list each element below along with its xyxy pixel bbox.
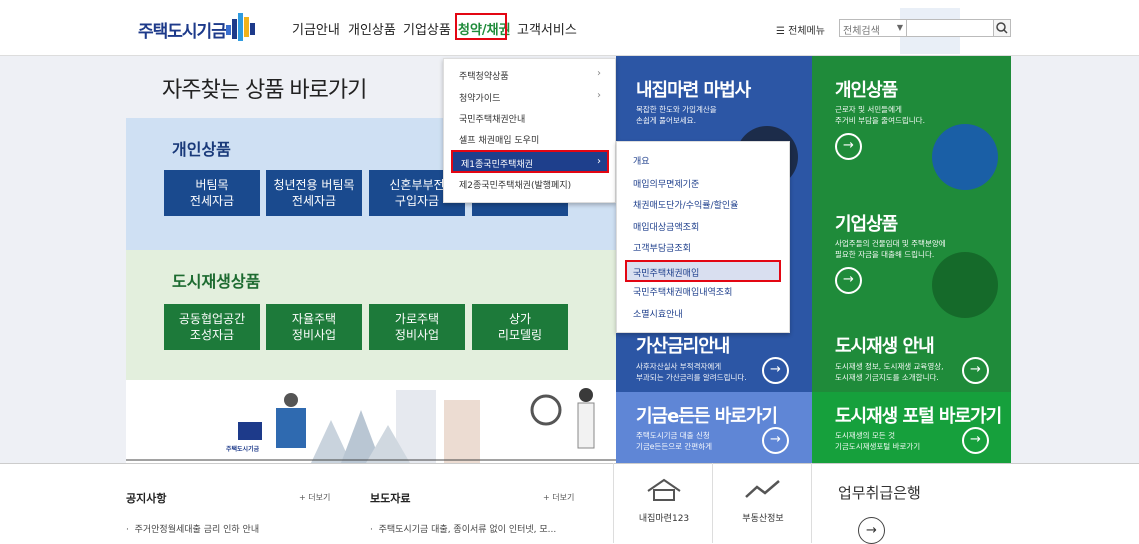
notice-item[interactable]: · 주거안정월세대출 금리 인하 안내 [126,522,259,535]
chevron-right-icon: › [597,68,601,79]
counter-banks-title: 업무취급은행 [838,484,921,502]
search-button[interactable] [993,19,1011,37]
chevron-right-icon: › [597,156,601,167]
quick-link-realestate[interactable]: 부동산정보 [712,463,812,543]
quick-btn-coworking[interactable]: 공동협업공간 조성자금 [164,304,260,350]
tile-interest-rate[interactable]: 가산금리안내 사후자산실사 부적격자에게 부과되는 가산금리를 알려드립니다. … [616,326,812,392]
menu-item-type1-bond[interactable]: 제1종국민주택채권 › [451,150,609,173]
chevron-right-icon: › [597,90,601,101]
trend-chart-icon [745,480,780,498]
nav-item-personal[interactable]: 개인상품 [348,19,396,38]
subscription-dropdown: 주택청약상품 › 청약가이드 › 국민주택채권안내 셀프 채권매입 도우미 제1… [443,58,616,203]
notice-title: 공지사항 [126,492,167,505]
nav-item-customer[interactable]: 고객서비스 [517,19,577,38]
menu-item-bond-info[interactable]: 국민주택채권안내 [459,112,525,125]
arrow-right-icon: → [762,357,789,384]
notice-more-link[interactable]: + 더보기 [299,492,330,503]
quick-btn-autonomous-housing[interactable]: 자율주택 정비사업 [266,304,362,350]
nav-item-fund[interactable]: 기금안내 [292,19,340,38]
header: 주택도시기금 기금안내 개인상품 기업상품 청약/채권 고객서비스 ☰ 전체메뉴… [0,0,1139,56]
tile-business-products[interactable]: 기업상품 사업주들의 건물임대 및 주택분양에 필요한 자금을 대출해 드립니다… [812,190,1011,326]
arrow-right-icon: → [835,133,862,160]
building-icon [932,252,998,318]
urban-products-panel: 도시재생상품 공동협업공간 조성자금 자율주택 정비사업 가로주택 정비사업 상… [126,250,616,380]
type1-bond-submenu: 개요 매입의무면제기준 채권매도단가/수익률/할인율 매입대상금액조회 고객부담… [616,141,790,333]
quick-link-home123[interactable]: 내집마련123 [613,463,713,543]
quick-btn-jeonse[interactable]: 버팀목 전세자금 [164,170,260,216]
submenu-item-bond-purchase[interactable]: 국민주택채권매입 [625,260,781,282]
submenu-item-overview[interactable]: 개요 [633,154,650,167]
person-avatar-icon [932,124,998,190]
urban-products-heading: 도시재생상품 [172,272,261,291]
menu-item-self-bond-helper[interactable]: 셀프 채권매입 도우미 [459,133,539,146]
quick-btn-store-remodel[interactable]: 상가 리모델링 [472,304,568,350]
menu-icon: ☰ [776,26,789,37]
quick-btn-youth-jeonse[interactable]: 청년전용 버팀목 전세자금 [266,170,362,216]
submenu-item-purchase-history[interactable]: 국민주택채권매입내역조회 [633,285,732,298]
search-scope-select[interactable]: 전체검색 ▼ [839,19,907,37]
arrow-right-icon: → [962,427,989,454]
nav-highlight-box [455,13,507,40]
personal-products-heading: 개인상품 [172,140,231,159]
arrow-right-icon: → [835,267,862,294]
submenu-item-charge-lookup[interactable]: 고객부담금조회 [633,241,691,254]
press-more-link[interactable]: + 더보기 [543,492,574,503]
submenu-item-rates[interactable]: 채권매도단가/수익률/할인율 [633,198,738,211]
search-icon [996,22,1008,34]
chevron-down-icon: ▼ [896,23,903,32]
arrow-right-icon: → [962,357,989,384]
submenu-item-expiry[interactable]: 소멸시효안내 [633,307,683,320]
logo[interactable]: 주택도시기금 [138,17,227,42]
city-illustration [126,388,616,463]
menu-item-subscription-guide[interactable]: 청약가이드 [459,91,500,104]
all-menu-button[interactable]: ☰ 전체메뉴 [776,22,825,37]
tile-urban-regen-info[interactable]: 도시재생 안내 도시재생 정보, 도시재생 교육영상, 도시재생 기금지도를 소… [812,326,1011,392]
submenu-item-exemption[interactable]: 매입의무면제기준 [633,177,699,190]
quick-links-title: 자주찾는 상품 바로가기 [162,78,367,103]
house-icon [647,478,681,501]
illustration-banner: 주택도시기금 [126,380,616,463]
arrow-right-icon: → [762,427,789,454]
illustration-logo-icon [238,422,262,440]
arrow-right-icon[interactable]: → [858,517,885,544]
tile-urban-portal[interactable]: 도시재생 포털 바로가기 도시재생의 모든 것 기금도시재생포털 바로가기 → [812,392,1011,463]
logo-mark-icon [226,13,255,41]
tile-fund-edeundeun[interactable]: 기금e든든 바로가기 주택도시기금 대출 신청 기금e든든으로 간편하게 → [616,392,812,463]
press-title: 보도자료 [370,492,411,505]
submenu-item-amount-lookup[interactable]: 매입대상금액조회 [633,220,699,233]
press-item[interactable]: · 주택도시기금 대출, 종이서류 없이 인터넷, 모... [370,522,556,535]
nav-item-business[interactable]: 기업상품 [403,19,451,38]
illustration-logo-text: 주택도시기금 [226,446,260,453]
tile-personal-products[interactable]: 개인상품 근로자 및 서민들에게 주거비 부담을 줄여드립니다. → [812,56,1011,190]
search-input[interactable] [906,19,994,37]
menu-item-subscription-products[interactable]: 주택청약상품 [459,69,509,82]
menu-item-type2-bond[interactable]: 제2종국민주택채권(발행폐지) [459,178,571,191]
quick-btn-street-housing[interactable]: 가로주택 정비사업 [369,304,465,350]
